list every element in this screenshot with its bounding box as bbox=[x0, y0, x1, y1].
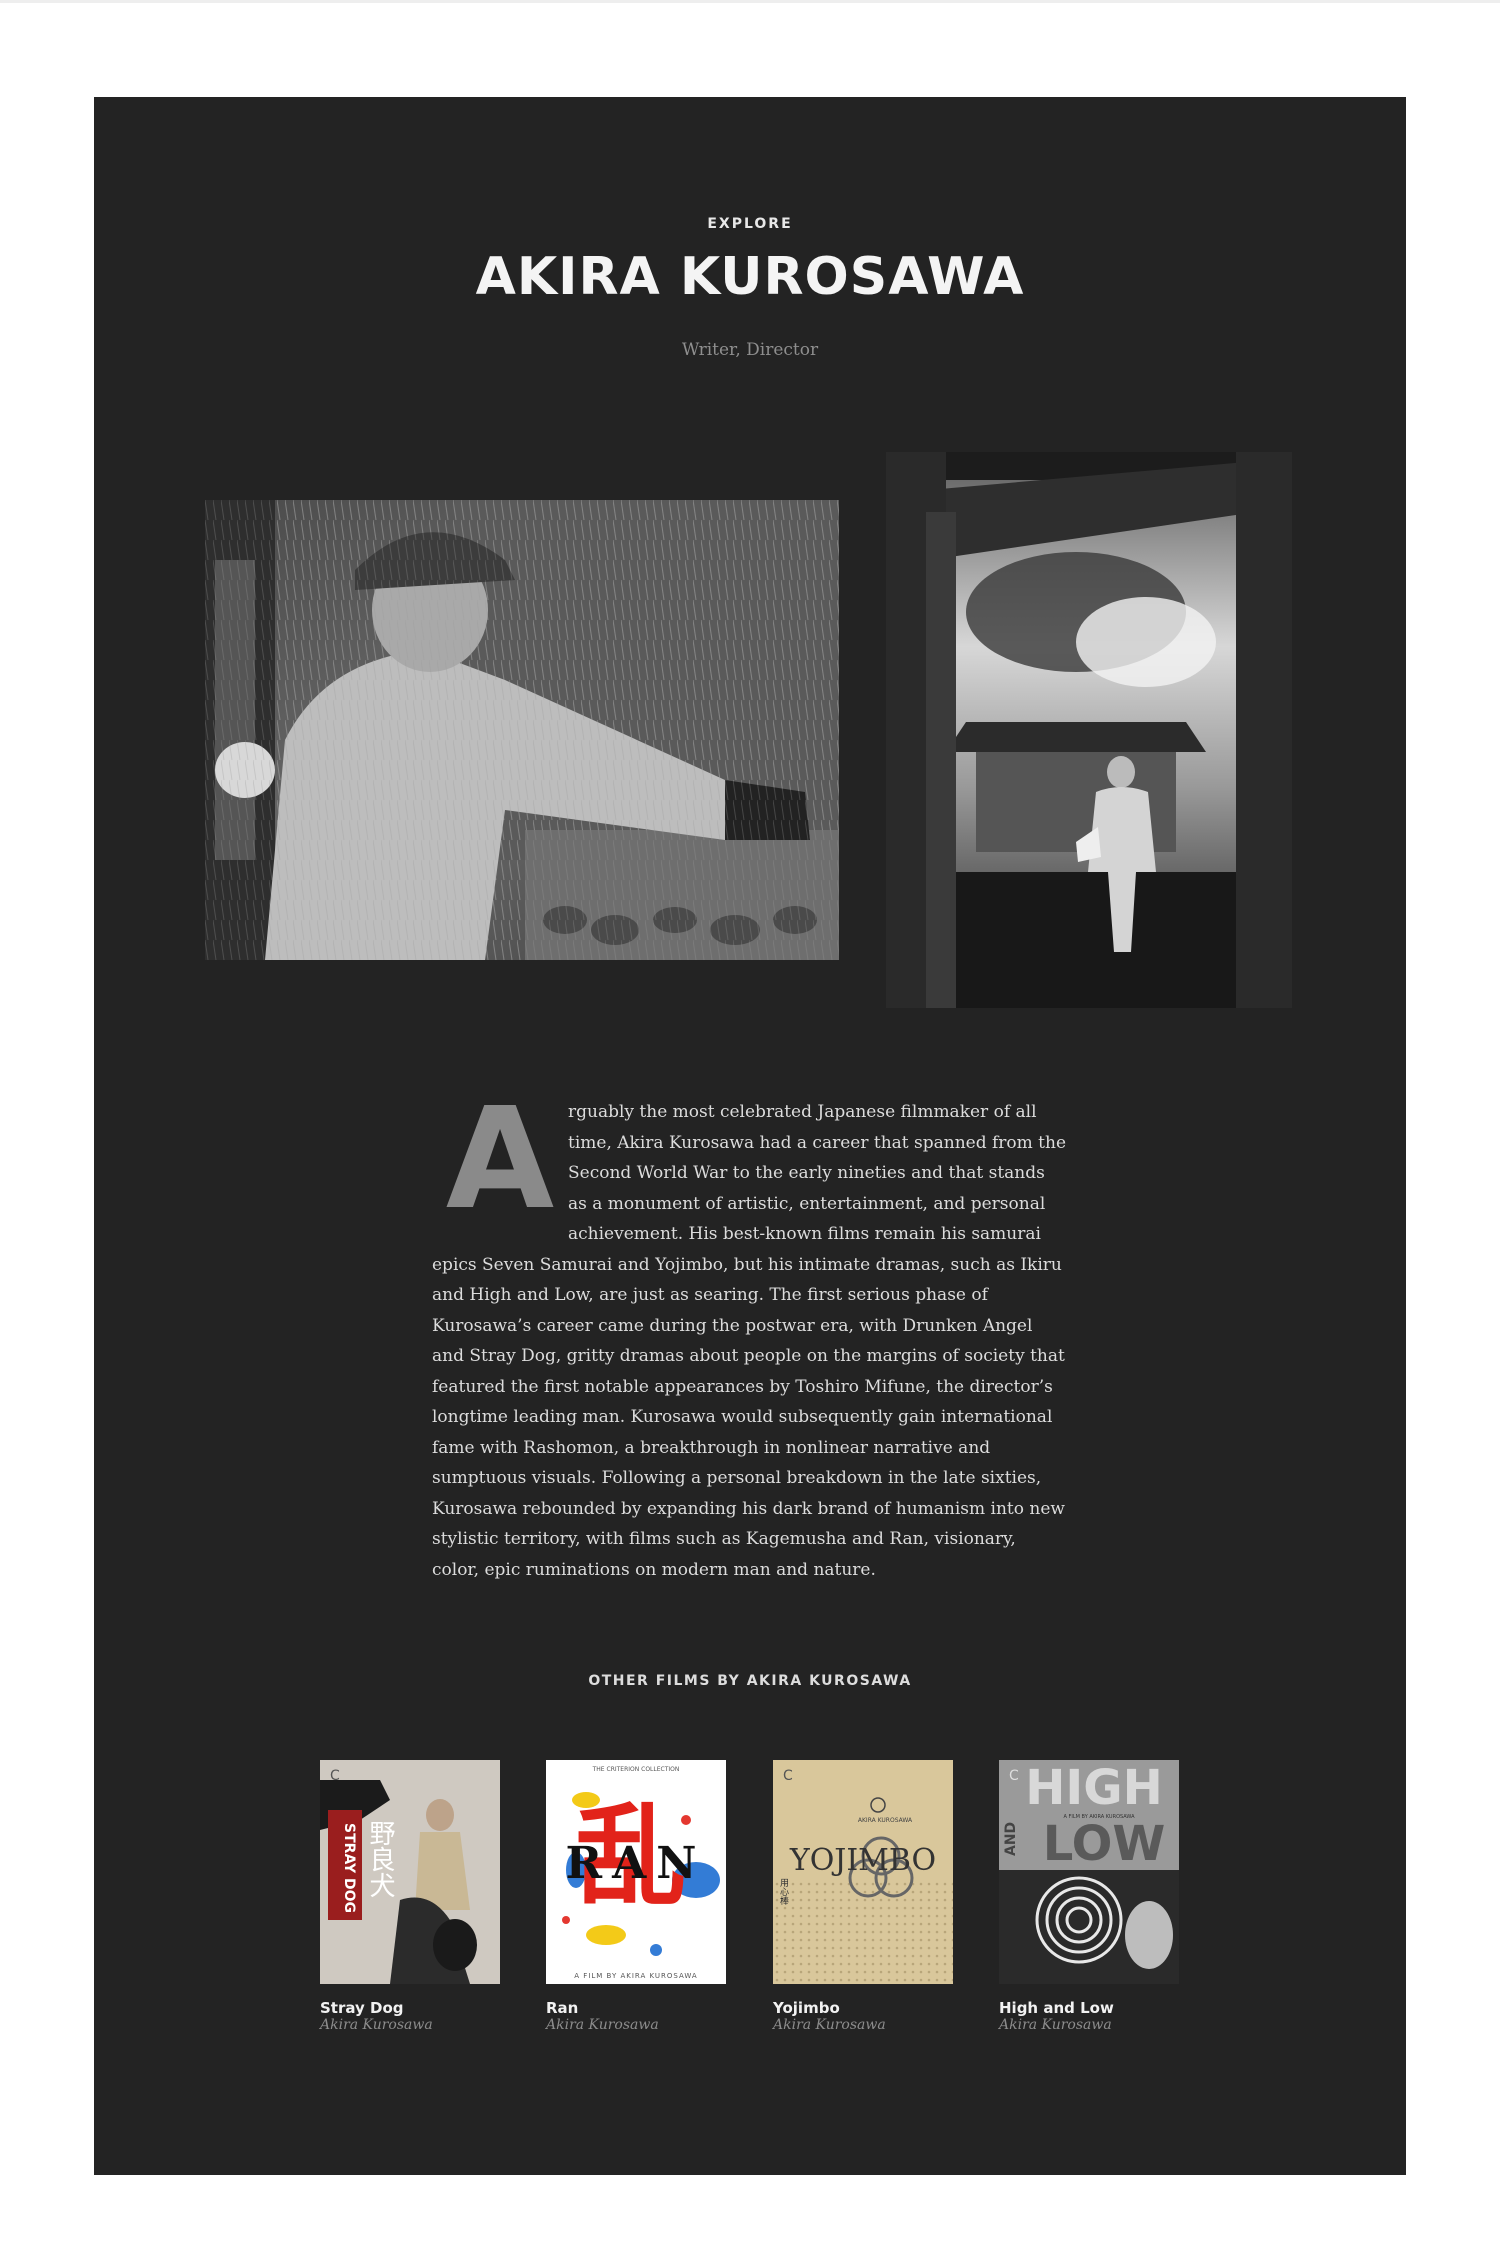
criterion-logo-icon: C bbox=[1009, 1768, 1019, 1784]
section-eyebrow: EXPLORE bbox=[707, 216, 793, 232]
film-card-ran[interactable]: 乱 RAN THE CRITERION COLLECTION A FILM BY… bbox=[546, 1760, 726, 2033]
cover-title-text: RAN bbox=[566, 1838, 707, 1889]
cover-header-text: A FILM BY AKIRA KUROSAWA bbox=[1063, 1814, 1135, 1820]
film-cover-stray-dog[interactable]: STRAY DOG 野良犬 C bbox=[320, 1760, 500, 1984]
director-biography: A rguably the most celebrated Japanese f… bbox=[432, 1078, 1067, 1585]
director-roles: Writer, Director bbox=[681, 340, 819, 360]
page-title: AKIRA KUROSAWA bbox=[475, 247, 1025, 307]
cover-kanji-text: 野良犬 bbox=[365, 1820, 395, 1898]
film-director: Akira Kurosawa bbox=[320, 2017, 433, 2033]
film-title[interactable]: Yojimbo bbox=[773, 2000, 953, 2017]
cover-title-text: STRAY DOG bbox=[341, 1823, 357, 1913]
cover-footer-text: A FILM BY AKIRA KUROSAWA bbox=[574, 1972, 697, 1980]
film-card-yojimbo[interactable]: C AKIRA KUROSAWA YOJIMBO 用心棒 Yojimbo Aki… bbox=[773, 1760, 953, 2033]
film-cover-ran[interactable]: 乱 RAN THE CRITERION COLLECTION A FILM BY… bbox=[546, 1760, 726, 1984]
criterion-logo-icon: C bbox=[330, 1768, 340, 1784]
other-films-heading: OTHER FILMS BY AKIRA KUROSAWA bbox=[588, 1673, 912, 1689]
film-director: Akira Kurosawa bbox=[773, 2017, 886, 2033]
director-page-panel: EXPLORE AKIRA KUROSAWA Writer, Director bbox=[94, 97, 1406, 2175]
film-card-stray-dog[interactable]: STRAY DOG 野良犬 C Stray Dog Akira Kurosawa bbox=[320, 1760, 500, 2033]
cover-title-text: YOJIMBO bbox=[789, 1843, 936, 1878]
top-divider bbox=[0, 0, 1500, 3]
bio-dropcap: A bbox=[445, 1078, 555, 1241]
director-at-castle-gate-photo bbox=[886, 452, 1292, 1008]
film-title[interactable]: Stray Dog bbox=[320, 2000, 500, 2017]
film-title[interactable]: Ran bbox=[546, 2000, 726, 2017]
film-cover-yojimbo[interactable]: C AKIRA KUROSAWA YOJIMBO 用心棒 bbox=[773, 1760, 953, 1984]
cover-header-text: THE CRITERION COLLECTION bbox=[592, 1766, 680, 1773]
film-card-high-and-low[interactable]: HIGH LOW AND A FILM BY AKIRA KUROSAWA C … bbox=[999, 1760, 1179, 2033]
cover-title-text: HIGH bbox=[1025, 1760, 1163, 1816]
criterion-logo-icon: C bbox=[783, 1768, 793, 1784]
cover-and-text: AND bbox=[1003, 1822, 1019, 1856]
film-title[interactable]: High and Low bbox=[999, 2000, 1179, 2017]
director-on-set-photo bbox=[205, 500, 839, 960]
cover-header-text: AKIRA KUROSAWA bbox=[858, 1817, 913, 1824]
film-director: Akira Kurosawa bbox=[999, 2017, 1112, 2033]
film-cover-high-and-low[interactable]: HIGH LOW AND A FILM BY AKIRA KUROSAWA C bbox=[999, 1760, 1179, 1984]
film-director: Akira Kurosawa bbox=[546, 2017, 659, 2033]
cover-kanji-text: 用心棒 bbox=[778, 1878, 789, 1906]
cover-title-text-2: LOW bbox=[1043, 1816, 1166, 1872]
